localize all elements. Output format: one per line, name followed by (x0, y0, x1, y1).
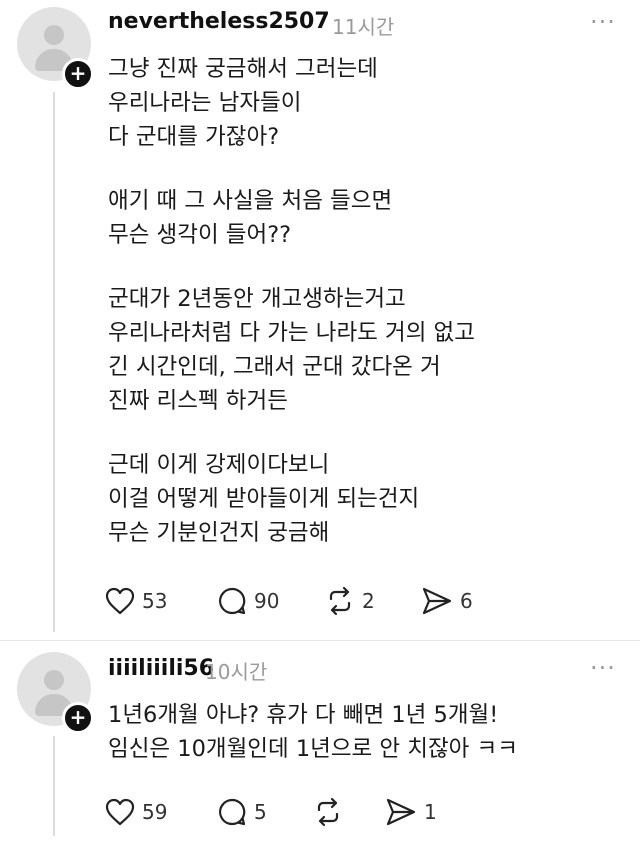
post-paragraph: 1년6개월 아냐? 휴가 다 빼면 1년 5개월! 임신은 10개월인데 1년으… (108, 702, 518, 762)
heart-icon (105, 798, 135, 826)
comment-button[interactable]: 5 (216, 795, 267, 829)
comment-button[interactable]: 90 (216, 584, 279, 618)
share-button[interactable]: 1 (384, 795, 437, 829)
post-paragraph: 군대가 2년동안 개고생하는거고 우리나라처럼 다 가는 나라도 거의 없고 긴… (108, 286, 475, 414)
share-button[interactable]: 6 (420, 584, 473, 618)
repost-button[interactable] (312, 795, 350, 829)
repost-arrows-icon (329, 586, 351, 616)
repost-arrows-icon (317, 797, 339, 827)
post-2: + iiiiliiili56 10시간 ··· 1년6개월 아냐? 휴가 다 빼… (0, 642, 640, 842)
share-count: 1 (424, 800, 437, 824)
send-arrow-icon (386, 798, 416, 826)
post-paragraph: 근데 이게 강제이다보니 이걸 어떻게 받아들이게 되는건지 무슨 기분인건지 … (108, 452, 420, 546)
more-options-icon[interactable]: ··· (590, 8, 616, 36)
avatar-head-shape (44, 25, 64, 45)
post-paragraph: 그냥 진짜 궁금해서 그러는데 우리나라는 남자들이 다 군대를 가잖아? (108, 56, 378, 150)
like-count: 53 (142, 589, 168, 613)
comment-count: 5 (254, 800, 267, 824)
avatar-head-shape (44, 670, 64, 690)
thread-line (53, 92, 55, 632)
like-count: 59 (142, 800, 168, 824)
username[interactable]: nevertheless2507 (108, 9, 330, 34)
speech-bubble-icon (219, 798, 246, 826)
send-arrow-icon (422, 587, 452, 615)
thread-line (53, 736, 55, 836)
like-button[interactable]: 59 (104, 795, 167, 829)
post-time: 10시간 (205, 660, 268, 684)
post-time: 11시간 (332, 15, 395, 39)
more-options-icon[interactable]: ··· (590, 654, 616, 682)
share-count: 6 (460, 589, 473, 613)
heart-icon (105, 587, 135, 615)
like-button[interactable]: 53 (104, 584, 167, 618)
speech-bubble-icon (219, 587, 246, 615)
comment-count: 90 (254, 589, 280, 613)
repost-count: 2 (362, 589, 375, 613)
follow-plus-icon[interactable]: + (62, 58, 94, 90)
follow-plus-icon[interactable]: + (62, 702, 94, 734)
post-divider (0, 640, 640, 641)
username[interactable]: iiiiliiili56 (108, 656, 214, 681)
repost-button[interactable]: 2 (324, 584, 375, 618)
post-1: + nevertheless2507 11시간 ··· 그냥 진짜 궁금해서 그… (0, 0, 640, 640)
post-paragraph: 애기 때 그 사실을 처음 들으면 무슨 생각이 들어?? (108, 188, 393, 248)
